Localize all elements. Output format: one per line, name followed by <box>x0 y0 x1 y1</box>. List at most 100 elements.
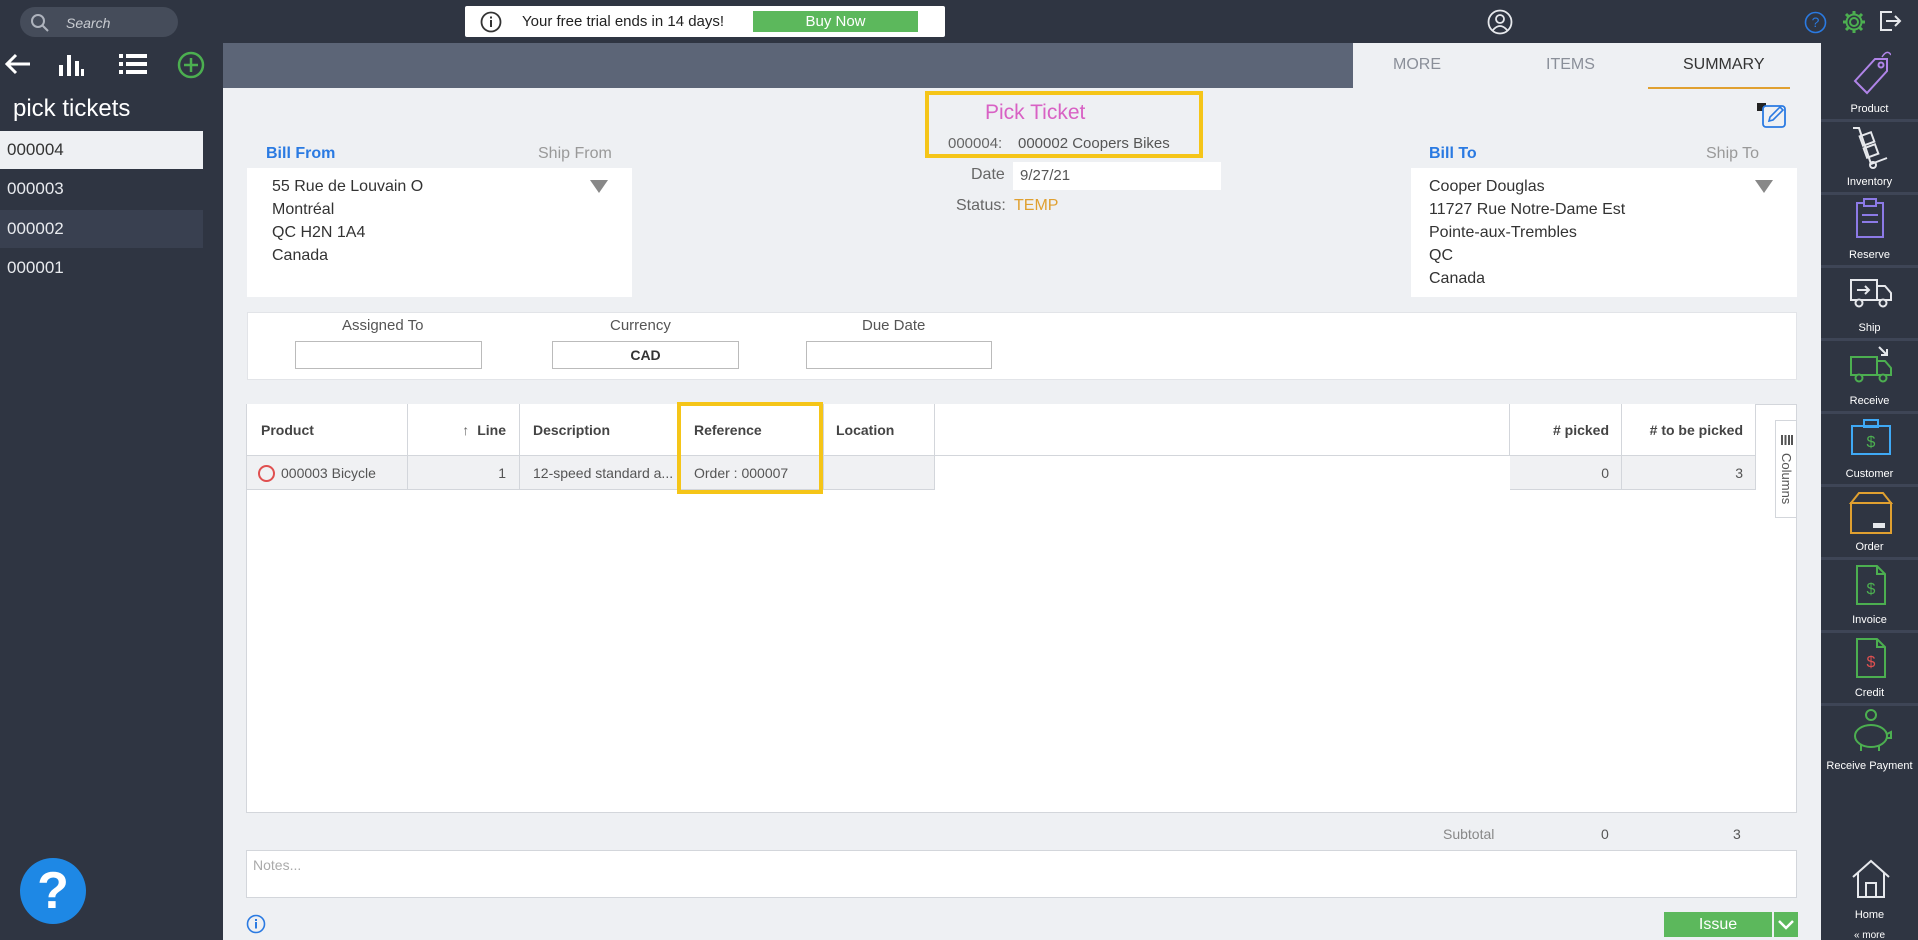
rail-label: Customer <box>1845 468 1894 480</box>
cell-location[interactable] <box>824 456 935 490</box>
address-line: QC <box>1429 247 1453 264</box>
logout-icon[interactable] <box>1878 10 1902 37</box>
tab-more[interactable]: MORE <box>1393 56 1441 74</box>
currency-select[interactable]: CAD <box>552 341 739 369</box>
rail-product[interactable]: Product <box>1821 47 1918 117</box>
rail-reserve[interactable]: Reserve <box>1821 193 1918 263</box>
ship-to-label[interactable]: Ship To <box>1706 145 1759 163</box>
edit-icon[interactable] <box>1756 101 1788 134</box>
rail-customer[interactable]: $ Customer <box>1821 412 1918 482</box>
left-sidebar: pick tickets 000004 000003 000002 000001 <box>0 43 223 940</box>
due-date-input[interactable] <box>806 341 992 369</box>
cell-picked[interactable]: 0 <box>1510 456 1622 490</box>
chart-icon[interactable] <box>57 51 85 82</box>
column-header-picked[interactable]: # picked <box>1510 404 1622 456</box>
active-tab-indicator <box>1648 87 1790 89</box>
column-header-location[interactable]: Location <box>824 404 935 456</box>
invoice-icon: $ <box>1856 565 1886 605</box>
rail-receive[interactable]: Receive <box>1821 339 1918 409</box>
svg-text:?: ? <box>1812 14 1820 30</box>
tab-items[interactable]: ITEMS <box>1546 56 1595 74</box>
gear-icon[interactable] <box>1842 10 1866 39</box>
column-header-line-label: Line <box>477 422 506 438</box>
rail-label: « more <box>1853 930 1886 940</box>
hand-truck-icon <box>1853 127 1888 169</box>
notes-input[interactable]: Notes... <box>246 850 1797 898</box>
status-label: Status: <box>956 197 1006 214</box>
clipboard-icon <box>1856 198 1884 238</box>
tab-bar: MORE ITEMS SUMMARY <box>1353 43 1821 88</box>
dropdown-triangle-icon[interactable] <box>590 180 608 193</box>
rail-invoice[interactable]: $ Invoice <box>1821 558 1918 628</box>
issue-button[interactable]: Issue <box>1664 912 1772 937</box>
ticket-number: 000004: <box>948 135 1003 152</box>
rail-label: Receive Payment <box>1826 760 1913 772</box>
cell-description[interactable]: 12-speed standard a... <box>520 456 678 490</box>
columns-panel-toggle[interactable]: Columns <box>1775 420 1797 518</box>
column-header-line[interactable]: ↑ Line <box>408 404 520 456</box>
rail-more[interactable]: « more <box>1821 923 1918 940</box>
address-line: 11727 Rue Notre-Dame Est <box>1429 201 1626 218</box>
help-bubble-button[interactable]: ? <box>20 858 86 924</box>
list-item[interactable]: 000001 <box>0 249 203 287</box>
assigned-to-label: Assigned To <box>342 317 424 334</box>
search-input[interactable]: Search <box>66 15 110 31</box>
help-icon[interactable]: ? <box>1804 11 1827 39</box>
trial-banner: Your free trial ends in 14 days! Buy Now <box>465 6 945 37</box>
address-line: QC H2N 1A4 <box>272 224 366 241</box>
briefcase-dollar-icon: $ <box>1851 419 1891 455</box>
columns-icon <box>1781 435 1793 445</box>
bill-to-label[interactable]: Bill To <box>1429 145 1477 163</box>
svg-text:$: $ <box>1867 581 1876 598</box>
cell-line[interactable]: 1 <box>408 456 520 490</box>
rail-label: Product <box>1850 103 1889 115</box>
dropdown-triangle-icon[interactable] <box>1755 180 1773 193</box>
assigned-to-input[interactable] <box>295 341 482 369</box>
rail-ship[interactable]: Ship <box>1821 266 1918 336</box>
rail-credit[interactable]: $ Credit <box>1821 631 1918 701</box>
column-header-spacer <box>935 404 1510 456</box>
rail-receive-payment[interactable]: Receive Payment <box>1821 704 1918 774</box>
rail-label: Order <box>1855 541 1884 553</box>
sort-ascending-icon: ↑ <box>462 422 470 438</box>
home-icon <box>1852 859 1890 898</box>
list-icon[interactable] <box>118 51 148 82</box>
address-line: Cooper Douglas <box>1429 178 1545 195</box>
back-arrow-icon[interactable] <box>4 51 32 82</box>
rail-label: Invoice <box>1852 614 1887 626</box>
date-input[interactable]: 9/27/21 <box>1013 162 1221 190</box>
subtotal-label: Subtotal <box>1443 826 1495 842</box>
rail-label: Home <box>1854 909 1885 921</box>
column-header-product[interactable]: Product <box>247 404 408 456</box>
list-item[interactable]: 000002 <box>0 210 203 248</box>
column-header-to-be-picked[interactable]: # to be picked <box>1622 404 1756 456</box>
buy-now-button[interactable]: Buy Now <box>753 11 918 32</box>
search-box[interactable]: Search <box>20 7 178 37</box>
reference-column-highlight <box>677 402 823 494</box>
cell-to-be-picked[interactable]: 3 <box>1622 456 1756 490</box>
issue-dropdown-button[interactable] <box>1774 912 1798 937</box>
truck-receive-icon <box>1850 346 1892 383</box>
rail-label: Ship <box>1858 322 1881 334</box>
column-header-description[interactable]: Description <box>520 404 678 456</box>
ship-from-label[interactable]: Ship From <box>538 145 612 163</box>
user-icon[interactable] <box>1487 9 1513 40</box>
address-line: Canada <box>1429 270 1486 287</box>
subtotal-picked: 0 <box>1601 826 1609 842</box>
add-icon[interactable] <box>177 51 205 84</box>
info-icon[interactable] <box>246 914 266 939</box>
truck-ship-icon <box>1850 279 1892 308</box>
rail-home[interactable]: Home <box>1821 853 1918 923</box>
search-icon <box>30 13 50 38</box>
list-item[interactable]: 000003 <box>0 170 203 208</box>
list-item[interactable]: 000004 <box>0 131 203 169</box>
customer-field[interactable]: 000002 Coopers Bikes <box>1018 135 1173 152</box>
rail-order[interactable]: Order <box>1821 485 1918 555</box>
rail-inventory[interactable]: Inventory <box>1821 120 1918 190</box>
bill-from-label[interactable]: Bill From <box>266 145 335 163</box>
right-rail: Product Inventory Reserve Ship Receive $… <box>1821 43 1918 940</box>
address-line: 55 Rue de Louvain O <box>272 178 424 195</box>
columns-label: Columns <box>1779 453 1794 505</box>
tab-summary[interactable]: SUMMARY <box>1683 56 1765 74</box>
table-row[interactable]: 000003 Bicycle <box>247 456 408 490</box>
